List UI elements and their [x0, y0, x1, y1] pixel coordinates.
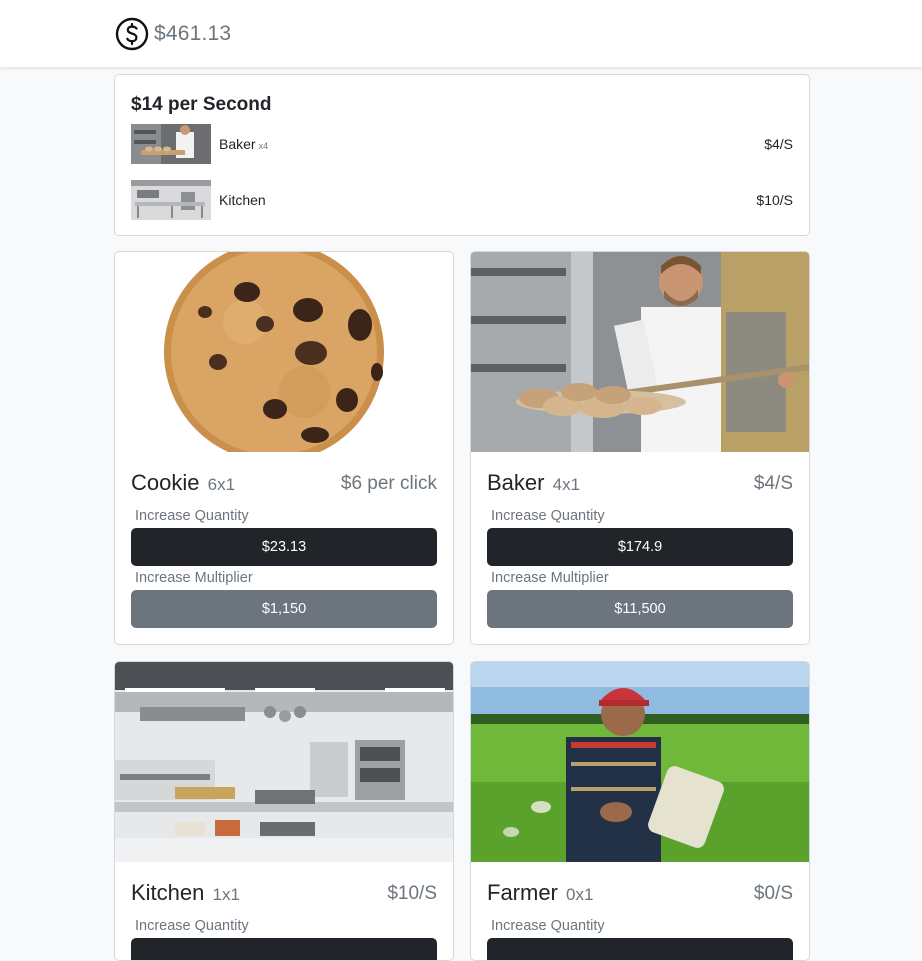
summary-row-name: Baker x4 — [219, 136, 269, 152]
increase-quantity-label: Increase Quantity — [135, 508, 249, 524]
item-title: Farmer 0x1 — [487, 880, 594, 905]
increase-quantity-button[interactable]: $23.13 — [131, 528, 437, 566]
top-bar: $461.13 — [0, 0, 922, 67]
increase-quantity-button[interactable] — [487, 938, 793, 960]
farmer-image — [471, 662, 809, 862]
item-title: Baker 4x1 — [487, 470, 581, 495]
item-card-baker: Baker 4x1 $4/S Increase Quantity $174.9 … — [470, 251, 810, 645]
baker-thumbnail — [131, 124, 211, 164]
increase-quantity-button[interactable] — [131, 938, 437, 960]
summary-row-baker: Baker x4 $4/S — [131, 124, 793, 164]
summary-row-rate: $4/S — [764, 136, 793, 152]
increase-multiplier-label: Increase Multiplier — [491, 570, 609, 586]
cookie-image[interactable] — [115, 252, 453, 452]
increase-quantity-button[interactable]: $174.9 — [487, 528, 793, 566]
increase-quantity-label: Increase Quantity — [491, 918, 605, 934]
item-rate: $0/S — [753, 883, 793, 904]
item-rate: $10/S — [387, 883, 437, 904]
summary-row-kitchen: Kitchen $10/S — [131, 180, 793, 220]
item-card-cookie: Cookie 6x1 $6 per click Increase Quantit… — [114, 251, 454, 645]
item-title: Cookie 6x1 — [131, 470, 236, 495]
income-summary-card: $14 per Second Baker x4 $4/S Kitchen $10… — [114, 74, 810, 236]
summary-row-rate: $10/S — [756, 192, 793, 208]
kitchen-thumbnail — [131, 180, 211, 220]
kitchen-image — [115, 662, 453, 862]
increase-quantity-label: Increase Quantity — [491, 508, 605, 524]
item-rate: $4/S — [753, 473, 793, 494]
increase-multiplier-label: Increase Multiplier — [135, 570, 253, 586]
balance-display: $461.13 — [115, 17, 231, 51]
increase-quantity-label: Increase Quantity — [135, 918, 249, 934]
item-card-farmer: Farmer 0x1 $0/S Increase Quantity — [470, 661, 810, 961]
item-card-kitchen: Kitchen 1x1 $10/S Increase Quantity — [114, 661, 454, 961]
balance-value: $461.13 — [154, 22, 232, 45]
increase-multiplier-button[interactable]: $1,150 — [131, 590, 437, 628]
dollar-circle-icon — [115, 17, 149, 51]
item-title: Kitchen 1x1 — [131, 880, 240, 905]
increase-multiplier-button[interactable]: $11,500 — [487, 590, 793, 628]
baker-image — [471, 252, 809, 452]
summary-row-name: Kitchen — [219, 192, 266, 208]
item-rate: $6 per click — [340, 473, 437, 494]
income-per-second-title: $14 per Second — [131, 94, 272, 115]
